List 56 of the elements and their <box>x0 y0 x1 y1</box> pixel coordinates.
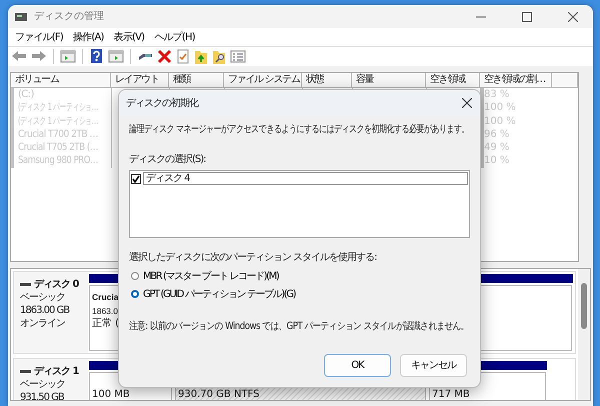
column-header[interactable]: 容量 <box>352 73 426 88</box>
list-item[interactable]: ディスク 4 <box>143 172 468 185</box>
dialog-button[interactable]: OK <box>324 354 391 377</box>
disk-name: ディスク 1 <box>34 365 78 378</box>
forward-icon[interactable] <box>31 49 47 64</box>
column-header[interactable]: 空き領域 <box>426 73 480 88</box>
column-header[interactable]: 空き領域の割… <box>480 73 552 88</box>
window-title: ディスクの管理 <box>34 10 104 24</box>
help-icon[interactable] <box>89 49 104 64</box>
delete-icon[interactable] <box>157 49 172 64</box>
column-header[interactable]: 種類 <box>169 73 224 88</box>
panel-icon[interactable] <box>60 49 76 64</box>
note-text: 注意: 以前のバージョンの Windows では、GPT パーティション スタイルが認識されません。 <box>129 320 469 334</box>
field-label: ディスクの選択(S): <box>129 153 206 167</box>
field-label: 選択したディスクに次のパーティション スタイルを使用する: <box>129 251 377 265</box>
disk-info: 1863.00 GB <box>20 304 70 317</box>
dialog-message: 論理ディスク マネージャーがアクセスできるようにするにはディスクを初期化する必要があります。 <box>129 122 470 137</box>
column-header[interactable]: ボリューム <box>11 73 111 88</box>
panel-icon[interactable] <box>108 49 124 64</box>
properties-icon[interactable] <box>230 49 246 64</box>
checkbox[interactable] <box>131 174 141 184</box>
radio-option[interactable]: MBR (マスター ブート レコード)(M) <box>129 267 278 285</box>
partition-info: 717 MB <box>432 389 470 400</box>
menu-item[interactable]: ファイル(F) <box>10 30 68 44</box>
partition-info: 正常 ( <box>92 318 120 329</box>
disk-info: オンライン <box>20 317 66 330</box>
maximize-icon <box>522 12 532 22</box>
folder-up-icon[interactable] <box>194 49 208 64</box>
menu-item[interactable]: 表示(V) <box>108 30 150 44</box>
scrollbar[interactable] <box>578 269 590 400</box>
partition-info: 100 MB <box>92 389 130 400</box>
column-header[interactable]: レイアウト <box>111 73 169 88</box>
check-icon <box>132 174 140 182</box>
partition-info: Crucia <box>92 292 118 302</box>
disk-info: ベーシック <box>20 378 66 391</box>
back-icon[interactable] <box>11 49 27 64</box>
disk-list[interactable]: ディスク 4 <box>129 170 470 238</box>
close-icon <box>568 12 578 22</box>
partition-info: 930.70 GB NTFS <box>178 389 260 400</box>
menu-item[interactable]: ヘルプ(H) <box>149 30 200 44</box>
column-header[interactable]: ファイル システム <box>224 73 302 88</box>
column-header[interactable]: 状態 <box>302 73 352 88</box>
checklist-icon[interactable] <box>176 49 190 64</box>
partition-info: 1863.0 <box>92 306 118 316</box>
app-icon <box>14 10 28 22</box>
menu-item[interactable]: 操作(A) <box>68 30 109 44</box>
disk-info: ベーシック <box>20 291 66 304</box>
disk-info: 931.50 GB <box>20 391 65 400</box>
dialog-title: ディスクの初期化 <box>126 96 198 110</box>
folder-search-icon[interactable] <box>212 49 226 64</box>
close-icon <box>462 98 472 108</box>
scrollbar-thumb[interactable] <box>581 283 587 329</box>
radio-option[interactable]: GPT (GUID パーティション テーブル)(G) <box>129 285 296 303</box>
disk-name: ディスク 0 <box>34 278 78 291</box>
dialog-button[interactable]: キャンセル <box>400 354 467 377</box>
close-button[interactable] <box>462 98 472 108</box>
